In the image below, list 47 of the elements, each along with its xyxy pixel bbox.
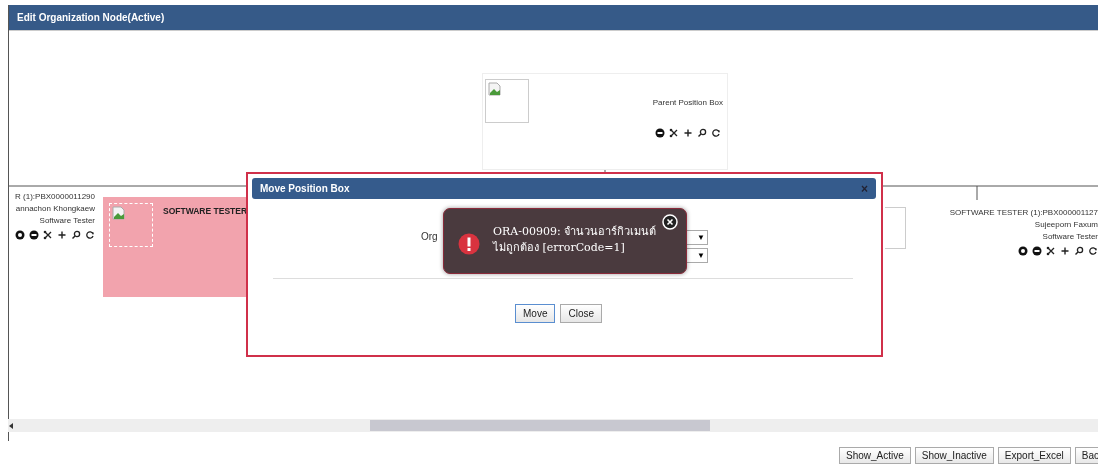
add-icon[interactable]	[683, 128, 693, 138]
search-icon[interactable]	[1074, 246, 1084, 256]
toolbar-button[interactable]: Export_Excel	[997, 447, 1071, 464]
refresh-icon[interactable]	[711, 128, 721, 138]
node-text: R (1):PBX0000011290	[15, 192, 95, 201]
node-text: Sujeeporn Faxum	[1034, 220, 1098, 229]
collapse-icon[interactable]	[29, 230, 39, 240]
search-icon[interactable]	[71, 230, 81, 240]
node-text: SOFTWARE TESTER	[163, 206, 248, 216]
collapse-icon[interactable]	[1032, 246, 1042, 256]
refresh-icon[interactable]	[1088, 246, 1098, 256]
close-icon[interactable]	[662, 214, 678, 230]
search-icon[interactable]	[697, 128, 707, 138]
broken-image-icon	[488, 82, 502, 96]
scroll-left-icon[interactable]	[8, 421, 14, 430]
error-icon	[458, 233, 480, 255]
dialog-button[interactable]: Close	[560, 304, 603, 323]
expand-icon[interactable]	[15, 230, 25, 240]
image-placeholder	[885, 207, 906, 249]
toolbar-button[interactable]: Show_Inactive	[914, 447, 994, 464]
scissors-icon[interactable]	[1046, 246, 1056, 256]
scrollbar-thumb[interactable]	[370, 420, 710, 431]
node-text: SOFTWARE TESTER (1):PBX000001127	[949, 208, 1098, 217]
dialog-button[interactable]: Move	[515, 304, 556, 323]
add-icon[interactable]	[1060, 246, 1070, 256]
error-message: ORA-00909: จำนวนอาร์กิวเมนต์ไม่ถูกต้อง [errorCode=1]	[493, 224, 658, 256]
broken-image-icon	[112, 206, 126, 220]
expand-icon[interactable]	[1018, 246, 1028, 256]
refresh-icon[interactable]	[85, 230, 95, 240]
node-text: Parent Position Box	[652, 98, 723, 107]
window-title: Edit Organization Node(Active)	[9, 5, 1098, 31]
position-box[interactable]: SOFTWARE TESTER (1):PBX000001127 Sujeeporn Faxum Software Tester	[912, 204, 1098, 268]
dialog-title: Move Position Box	[260, 183, 350, 194]
toolbar-button[interactable]: Show_Active	[839, 447, 911, 464]
collapse-icon[interactable]	[655, 128, 665, 138]
field-label: Org	[421, 231, 438, 242]
add-icon[interactable]	[57, 230, 67, 240]
position-box[interactable]: SOFTWARE TESTER	[103, 197, 247, 297]
horizontal-scrollbar[interactable]	[8, 419, 1098, 432]
node-text: Software Tester	[1042, 232, 1098, 241]
position-box[interactable]: Parent Position Box	[482, 73, 728, 170]
node-text: annachon Khongkaew	[15, 204, 95, 213]
node-text: Software Tester	[39, 216, 95, 225]
position-box[interactable]: R (1):PBX0000011290 annachon Khongkaew Software Tester	[9, 190, 99, 252]
toolbar-button[interactable]: Bac	[1074, 447, 1098, 464]
scissors-icon[interactable]	[669, 128, 679, 138]
scissors-icon[interactable]	[43, 230, 53, 240]
